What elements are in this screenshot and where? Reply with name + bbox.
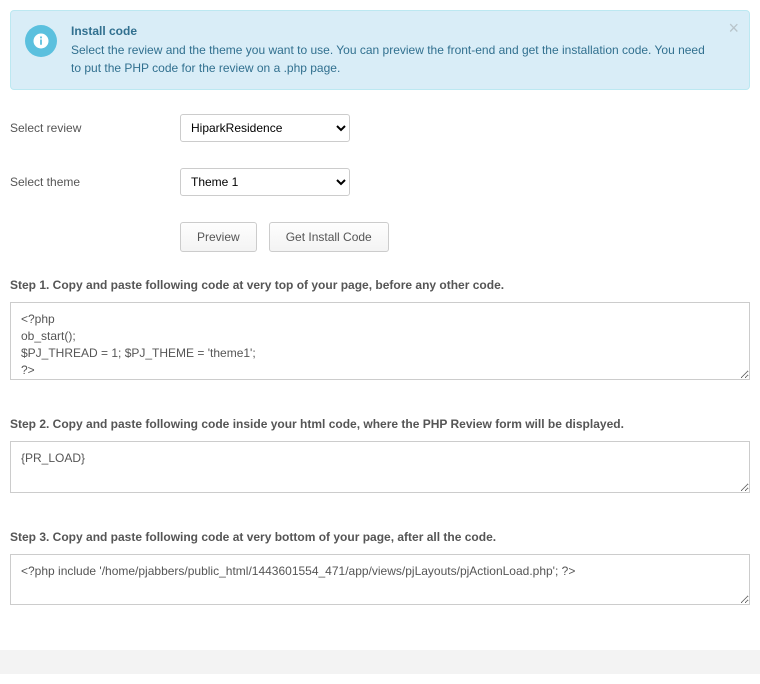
- info-alert: Install code Select the review and the t…: [10, 10, 750, 90]
- alert-title: Install code: [71, 23, 717, 40]
- step3-code[interactable]: [10, 554, 750, 606]
- footer-bar: [0, 650, 760, 674]
- theme-select[interactable]: Theme 1: [180, 168, 350, 196]
- review-label: Select review: [10, 121, 180, 135]
- alert-body: Install code Select the review and the t…: [71, 23, 735, 77]
- step1-label: Step 1. Copy and paste following code at…: [10, 278, 750, 292]
- close-icon[interactable]: ×: [728, 19, 739, 37]
- review-select[interactable]: HiparkResidence: [180, 114, 350, 142]
- get-install-code-button[interactable]: Get Install Code: [269, 222, 389, 252]
- step2-label: Step 2. Copy and paste following code in…: [10, 417, 750, 431]
- preview-button[interactable]: Preview: [180, 222, 257, 252]
- step2-code[interactable]: [10, 441, 750, 493]
- button-row: Preview Get Install Code: [180, 222, 750, 252]
- step3-label: Step 3. Copy and paste following code at…: [10, 530, 750, 544]
- alert-text: Select the review and the theme you want…: [71, 43, 705, 74]
- review-row: Select review HiparkResidence: [10, 114, 750, 142]
- step1-code[interactable]: [10, 302, 750, 380]
- theme-label: Select theme: [10, 175, 180, 189]
- info-icon: [25, 25, 57, 57]
- theme-row: Select theme Theme 1: [10, 168, 750, 196]
